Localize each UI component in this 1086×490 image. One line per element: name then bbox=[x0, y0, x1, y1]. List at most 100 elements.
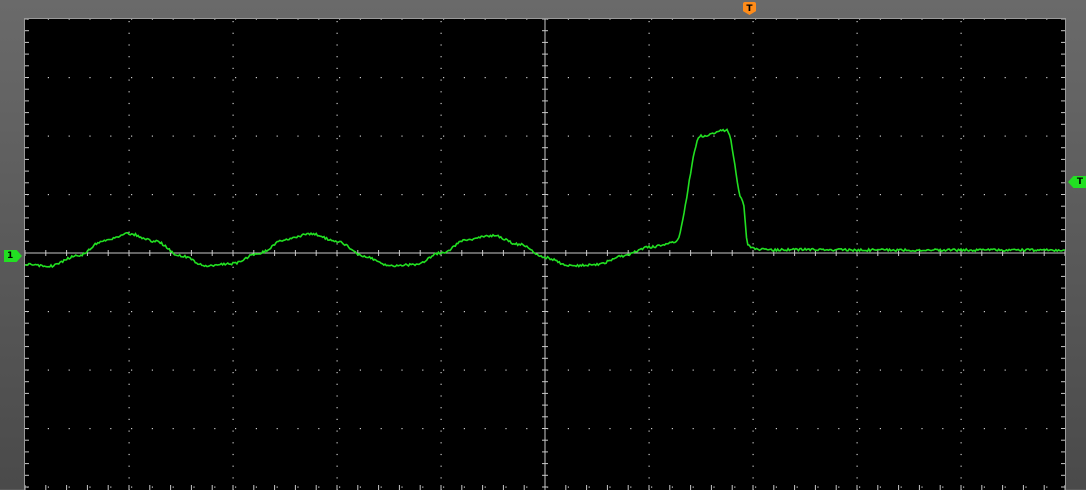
grid-dot bbox=[755, 136, 756, 137]
grid-dot bbox=[857, 126, 858, 127]
grid-dot bbox=[857, 454, 858, 455]
grid-dot bbox=[857, 173, 858, 174]
grid-dot bbox=[857, 278, 858, 279]
grid-dot bbox=[1025, 428, 1026, 429]
grid-dot bbox=[857, 442, 858, 443]
grid-dot bbox=[233, 372, 234, 373]
grid-dot bbox=[672, 311, 673, 312]
grid-dot bbox=[1005, 487, 1006, 488]
grid-dot bbox=[256, 77, 257, 78]
grid-dot bbox=[505, 370, 506, 371]
grid-dot bbox=[129, 173, 130, 174]
grid-dot bbox=[857, 232, 858, 233]
grid-dot bbox=[857, 150, 858, 151]
grid-dot bbox=[753, 44, 754, 45]
grid-dot bbox=[961, 395, 962, 396]
grid-dot bbox=[235, 428, 236, 429]
grid-dot bbox=[649, 290, 650, 291]
grid-dot bbox=[193, 77, 194, 78]
grid-dot bbox=[337, 360, 338, 361]
grid-dot bbox=[963, 370, 964, 371]
grid-dot bbox=[651, 311, 652, 312]
grid-dot bbox=[649, 477, 650, 478]
grid-dot bbox=[441, 91, 442, 92]
grid-dot bbox=[401, 370, 402, 371]
grid-dot bbox=[755, 194, 756, 195]
grid-dot bbox=[857, 185, 858, 186]
grid-dot bbox=[734, 428, 735, 429]
grid-dot bbox=[337, 91, 338, 92]
grid-dot bbox=[753, 138, 754, 139]
grid-dot bbox=[838, 311, 839, 312]
grid-dot bbox=[337, 395, 338, 396]
grid-dot bbox=[649, 173, 650, 174]
grid-dot bbox=[568, 194, 569, 195]
grid-dot bbox=[233, 91, 234, 92]
grid-dot bbox=[129, 407, 130, 408]
grid-dot bbox=[152, 194, 153, 195]
grid-dot bbox=[589, 19, 590, 20]
grid-dot bbox=[443, 487, 444, 488]
grid-dot bbox=[961, 56, 962, 57]
grid-dot bbox=[753, 68, 754, 69]
grid-dot bbox=[942, 311, 943, 312]
grid-dot bbox=[129, 115, 130, 116]
grid-dot bbox=[173, 428, 174, 429]
grid-dot bbox=[857, 419, 858, 420]
grid-dot bbox=[753, 302, 754, 303]
grid-dot bbox=[901, 370, 902, 371]
grid-dot bbox=[797, 77, 798, 78]
grid-dot bbox=[755, 19, 756, 20]
grid-dot bbox=[129, 68, 130, 69]
grid-dot bbox=[441, 220, 442, 221]
grid-dot bbox=[649, 56, 650, 57]
grid-dot bbox=[838, 77, 839, 78]
grid-dot bbox=[337, 384, 338, 385]
grid-dot bbox=[48, 370, 49, 371]
grid-dot bbox=[649, 395, 650, 396]
grid-dot bbox=[961, 407, 962, 408]
grid-dot bbox=[69, 311, 70, 312]
grid-dot bbox=[339, 136, 340, 137]
grid-dot bbox=[69, 136, 70, 137]
grid-dot bbox=[713, 428, 714, 429]
grid-dot bbox=[651, 487, 652, 488]
grid-dot bbox=[129, 325, 130, 326]
grid-dot bbox=[961, 232, 962, 233]
grid-dot bbox=[984, 77, 985, 78]
grid-dot bbox=[589, 311, 590, 312]
grid-dot bbox=[152, 370, 153, 371]
grid-dot bbox=[797, 428, 798, 429]
grid-dot bbox=[857, 68, 858, 69]
grid-dot bbox=[337, 419, 338, 420]
grid-dot bbox=[797, 311, 798, 312]
grid-dot bbox=[297, 311, 298, 312]
grid-dot bbox=[173, 19, 174, 20]
grid-dot bbox=[753, 360, 754, 361]
grid-dot bbox=[942, 194, 943, 195]
grid-dot bbox=[441, 442, 442, 443]
grid-dot bbox=[233, 150, 234, 151]
grid-dot bbox=[753, 80, 754, 81]
grid-dot bbox=[401, 77, 402, 78]
grid-dot bbox=[401, 487, 402, 488]
grid-dot bbox=[984, 370, 985, 371]
grid-dot bbox=[857, 395, 858, 396]
grid-dot bbox=[441, 126, 442, 127]
grid-dot bbox=[318, 136, 319, 137]
grid-dot bbox=[485, 311, 486, 312]
grid-dot bbox=[693, 487, 694, 488]
grid-dot bbox=[921, 311, 922, 312]
grid-dot bbox=[753, 290, 754, 291]
grid-dot bbox=[422, 311, 423, 312]
grid-dot bbox=[337, 337, 338, 338]
grid-dot bbox=[921, 487, 922, 488]
grid-dot bbox=[464, 370, 465, 371]
grid-dot bbox=[961, 197, 962, 198]
grid-dot bbox=[651, 428, 652, 429]
grid-dot bbox=[441, 21, 442, 22]
grid-dot bbox=[609, 136, 610, 137]
grid-dot bbox=[649, 466, 650, 467]
grid-dot bbox=[485, 136, 486, 137]
grid-dot bbox=[526, 194, 527, 195]
